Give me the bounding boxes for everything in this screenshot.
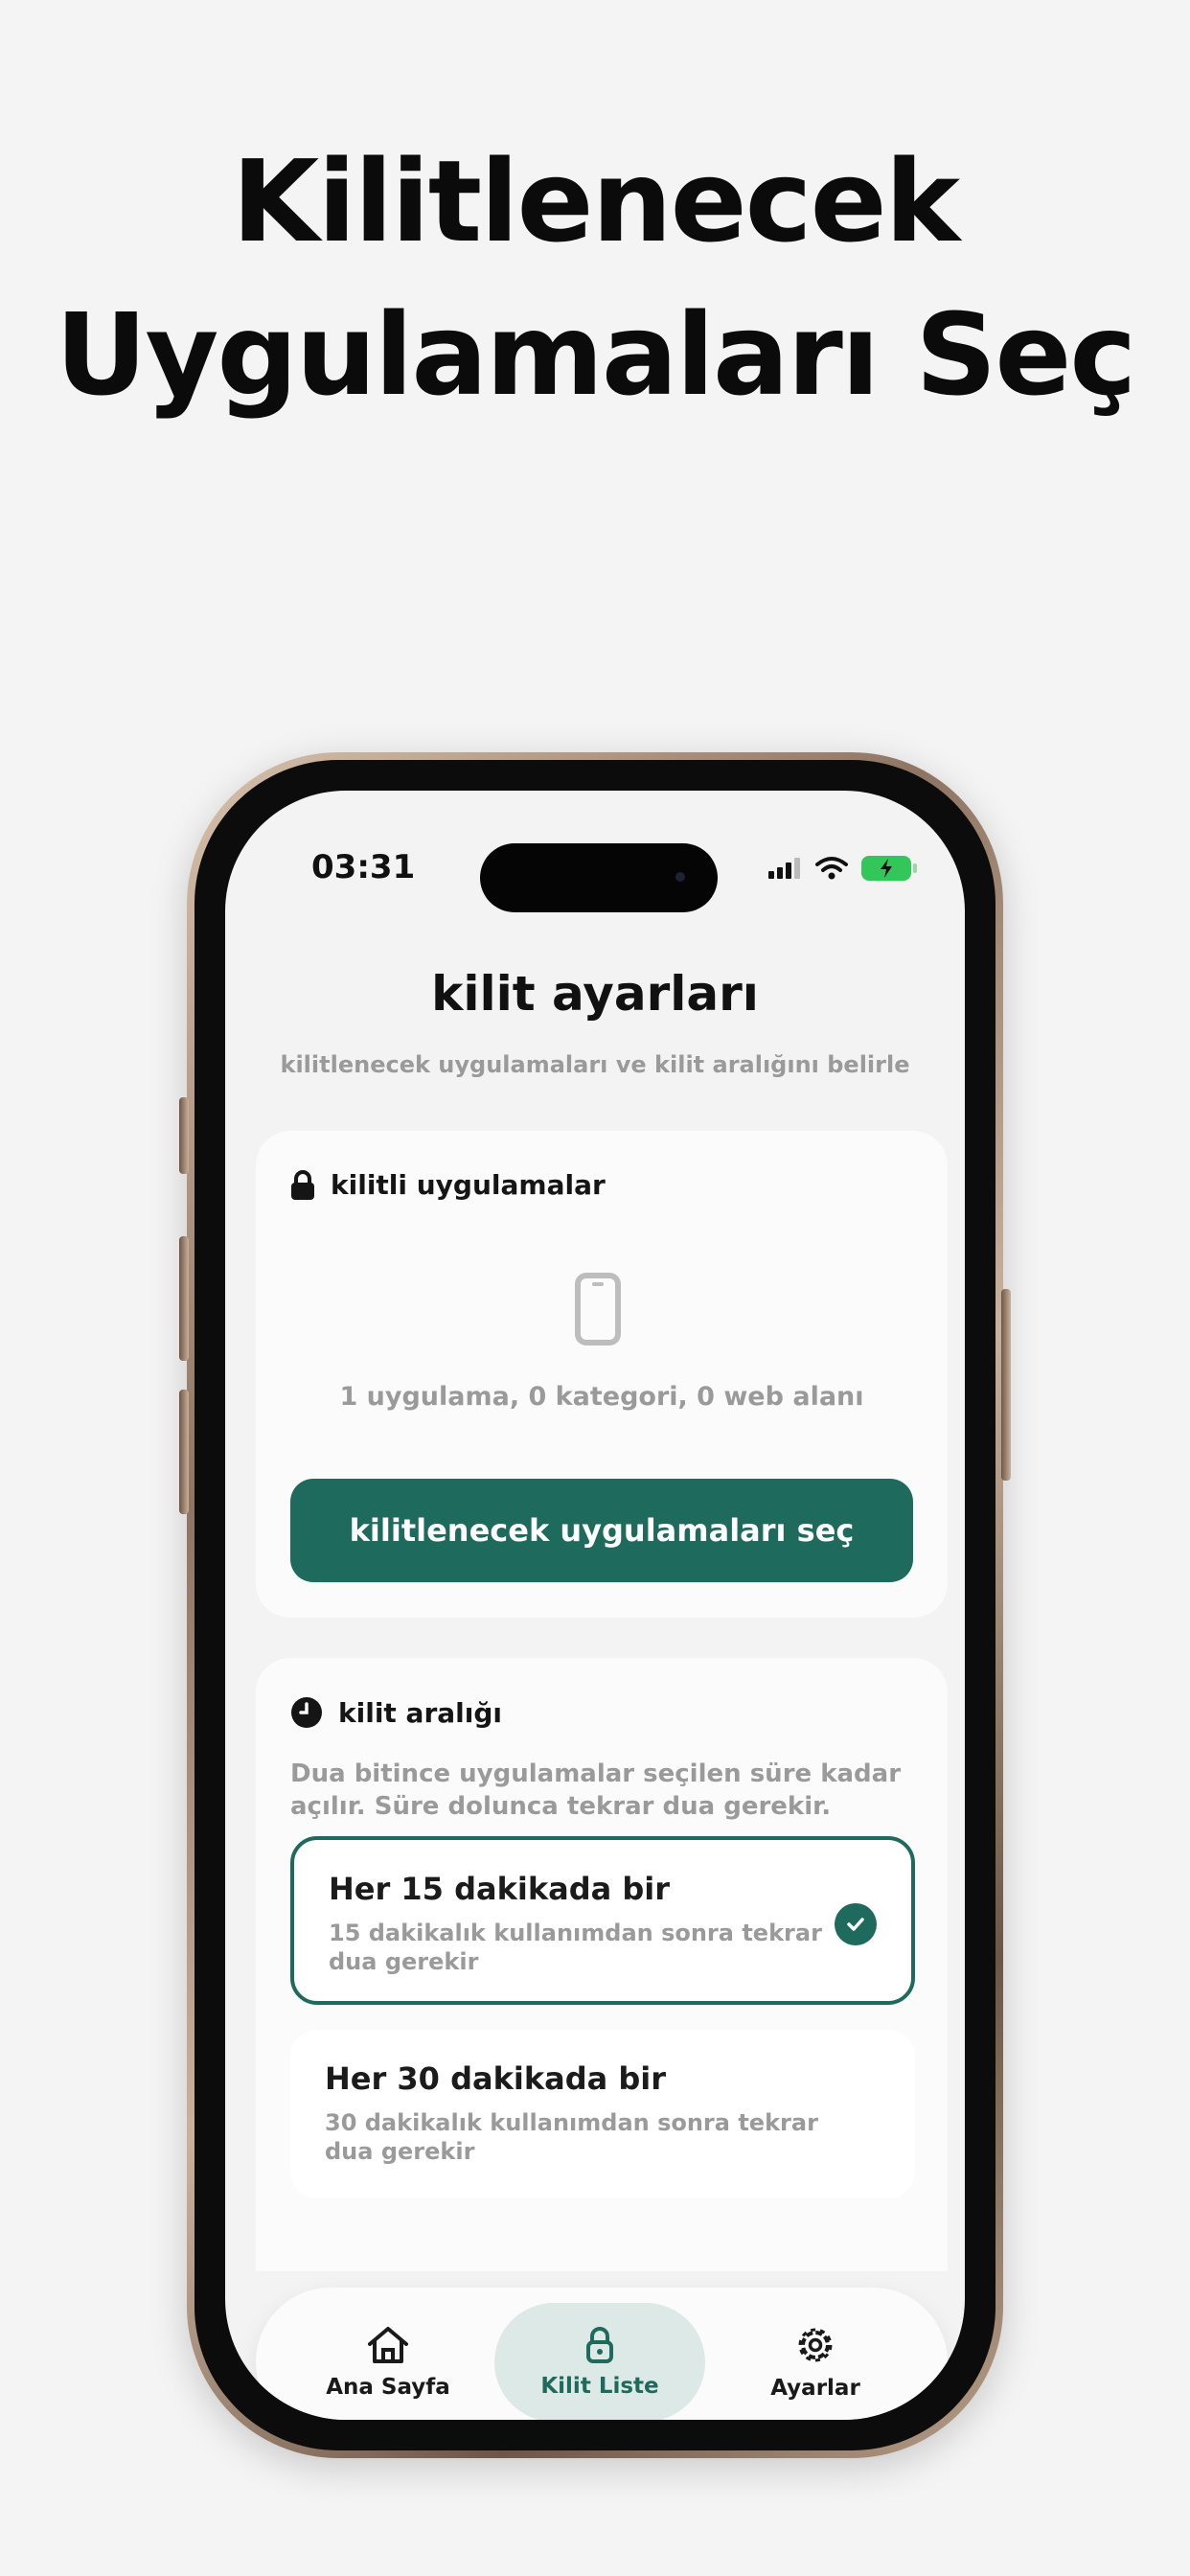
lock-interval-card: kilit aralığı Dua bitince uygulamalar se… [256,1658,948,2271]
phone-bezel: 03:31 kilit ayarları kilitlenecek uygula… [195,760,995,2450]
wifi-icon [815,857,848,880]
status-time: 03:31 [311,848,416,886]
tab-label: Ana Sayfa [326,2375,450,2400]
select-apps-button[interactable]: kilitlenecek uygulamaları seç [290,1479,913,1582]
option-title: Her 30 dakikada bir [325,2060,666,2097]
interval-option-15[interactable]: Her 15 dakikada bir 15 dakikalık kullanı… [290,1836,915,2005]
lock-interval-description: Dua bitince uygulamalar seçilen süre kad… [290,1760,902,1821]
locked-apps-header: kilitli uygulamalar [290,1169,606,1201]
locked-counts: 1 uygulama, 0 kategori, 0 web alanı [339,1382,864,1412]
battery-icon [861,856,917,881]
smartphone-icon [575,1273,621,1346]
page-title: kilit ayarları [431,966,759,1022]
phone-screen: 03:31 kilit ayarları kilitlenecek uygula… [225,791,965,2420]
dynamic-island [480,843,718,912]
power-button [1001,1289,1011,1481]
home-icon [368,2327,408,2363]
option-subtitle: 15 dakikalık kullanımdan sonra tekrar du… [329,1920,822,1975]
charging-bolt-icon [881,859,892,878]
tab-label: Ayarlar [770,2376,860,2401]
signal-icon [768,858,800,879]
camera-dot [675,872,685,882]
interval-option-30[interactable]: Her 30 dakikada bir 30 dakikalık kullanı… [290,2030,915,2198]
phone-frame: 03:31 kilit ayarları kilitlenecek uygula… [179,752,1011,2458]
option-subtitle: 30 dakikalık kullanımdan sonra tekrar du… [325,2109,818,2165]
locked-apps-card: kilitli uygulamalar 1 uygulama, 0 katego… [256,1131,948,1618]
locked-apps-title: kilitli uygulamalar [331,1169,606,1201]
lock-icon [291,1169,314,1200]
lock-interval-header: kilit aralığı [290,1696,502,1729]
action-button [179,1097,189,1174]
tab-home[interactable]: Ana Sayfa [294,2303,482,2420]
page-subtitle: kilitlenecek uygulamaları ve kilit aralı… [280,1051,910,1078]
tab-label: Kilit Liste [540,2374,659,2399]
tab-settings[interactable]: Ayarlar [721,2303,909,2420]
headline-line-2: Uygulamaları Seç [55,288,1137,421]
headline: Kilitlenecek Uygulamaları Seç [0,125,1190,431]
lock-interval-title: kilit aralığı [338,1696,502,1729]
volume-up-button [179,1236,189,1361]
tab-lock-list[interactable]: Kilit Liste [494,2303,705,2420]
clock-icon [291,1697,322,1728]
lock-icon [586,2327,613,2363]
checkmark-icon [835,1903,877,1945]
volume-down-button [179,1390,189,1514]
tab-bar: Ana Sayfa Kilit Liste Ayarlar [256,2288,948,2420]
status-icons [767,856,917,881]
gear-icon [798,2328,833,2362]
headline-line-1: Kilitlenecek [231,135,960,267]
option-title: Her 15 dakikada bir [329,1871,670,1907]
